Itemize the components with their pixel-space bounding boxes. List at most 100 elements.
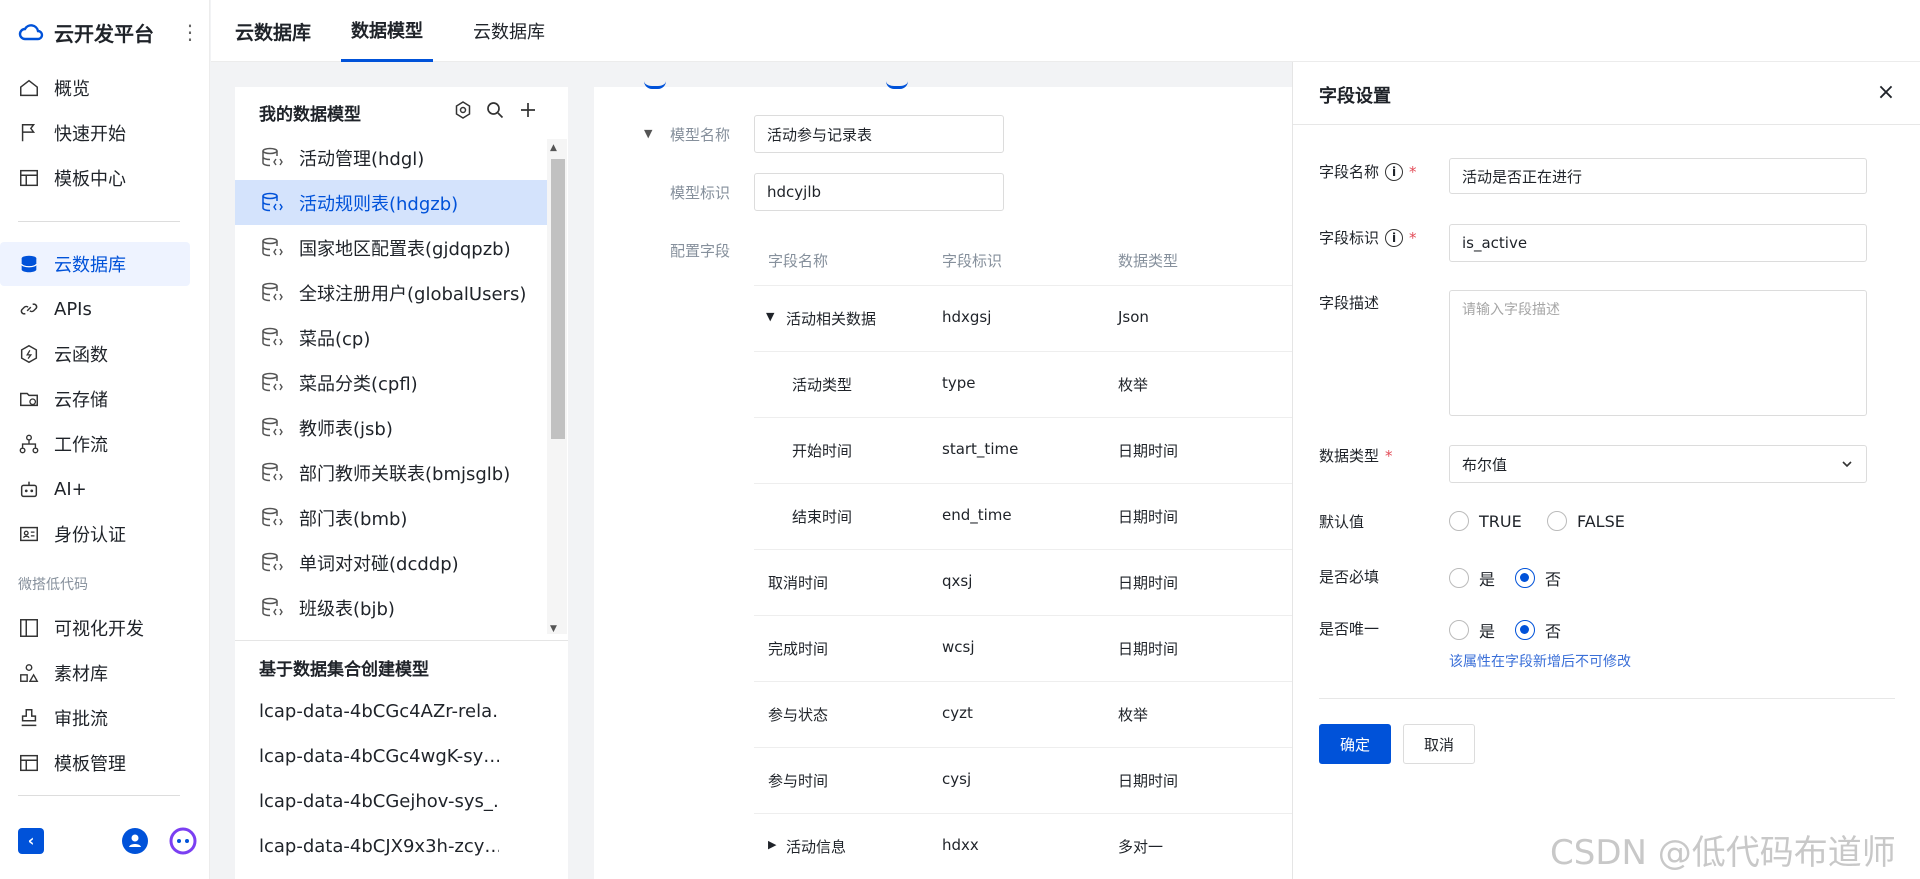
unique-hint: 该属性在字段新增后不可修改 [1449, 654, 1631, 670]
tab-data-model[interactable]: 数据模型 [341, 0, 433, 62]
model-name-input[interactable]: 活动参与记录表 [754, 115, 1004, 153]
table-row[interactable]: ▼ 活动相关数据 hdxgsj Json [754, 286, 1294, 352]
expand-right-icon[interactable]: ▶ [768, 838, 776, 851]
more-icon[interactable]: ⋮ [180, 20, 200, 44]
close-icon[interactable]: × [1873, 80, 1899, 106]
app-title: 云开发平台 [54, 22, 154, 46]
search-icon[interactable] [485, 100, 505, 120]
collapse-icon[interactable]: ▼ [644, 127, 652, 140]
table-row[interactable]: 参与状态 cyzt 枚举 [754, 682, 1294, 748]
model-item[interactable]: 菜品(cp) [235, 315, 547, 360]
sidebar-item-approval[interactable]: 审批流 [0, 696, 210, 740]
model-item[interactable]: 全球注册用户(globalUsers) [235, 270, 547, 315]
sidebar-item-overview[interactable]: 概览 [0, 66, 210, 110]
field-name-input[interactable]: 活动是否正在进行 [1449, 158, 1867, 194]
model-name-label: 模型名称 [670, 126, 731, 144]
default-false-radio[interactable]: FALSE [1547, 511, 1625, 531]
model-item[interactable]: 活动管理(hdgl) [235, 135, 547, 180]
model-item[interactable]: 班级表(bjb) [235, 585, 547, 630]
radio-circle[interactable] [1449, 620, 1469, 640]
radio-circle-selected[interactable] [1515, 568, 1535, 588]
model-item-label: 菜品分类(cpfl) [299, 373, 418, 395]
user-avatar-icon[interactable] [122, 828, 148, 854]
model-item[interactable]: 部门表(bmb) [235, 495, 547, 540]
sidebar-item-database[interactable]: 云数据库 [0, 242, 190, 286]
data-type-select[interactable]: 布尔值 [1449, 445, 1867, 483]
radio-circle[interactable] [1547, 511, 1567, 531]
table-row[interactable]: 结束时间 end_time 日期时间 [754, 484, 1294, 550]
sidebar-item-apis[interactable]: APIs [0, 287, 210, 331]
model-item[interactable]: 国家地区配置表(gjdqpzb) [235, 225, 547, 270]
default-true-radio[interactable]: TRUE [1449, 511, 1522, 531]
drawer-footer-divider [1319, 698, 1895, 699]
model-id-input[interactable]: hdcyjlb [754, 173, 1004, 211]
datasource-item[interactable]: lcap-data-4bCJX9x3h-zcy… [259, 836, 499, 857]
assistant-icon[interactable] [168, 826, 198, 856]
scroll-up-icon[interactable]: ▲ [550, 143, 557, 153]
step-indicator [886, 81, 908, 89]
model-item[interactable]: 教师表(jsb) [235, 405, 547, 450]
table-row[interactable]: 取消时间 qxsj 日期时间 [754, 550, 1294, 616]
unique-yes-radio[interactable]: 是 [1449, 618, 1495, 642]
model-item[interactable]: 单词对对碰(dcddp) [235, 540, 547, 585]
sidebar-item-template-mgmt[interactable]: 模板管理 [0, 741, 210, 785]
default-value-label: 默认值 [1319, 511, 1364, 532]
sidebar-item-visual-dev[interactable]: 可视化开发 [0, 606, 210, 650]
info-icon[interactable]: i [1385, 228, 1404, 247]
sidebar-item-label: 云数据库 [54, 255, 126, 276]
model-item[interactable]: 活动规则表(hdgzb) [235, 180, 547, 225]
data-model-icon [262, 237, 283, 256]
model-item[interactable]: 菜品分类(cpfl) [235, 360, 547, 405]
radio-circle-selected[interactable] [1515, 620, 1535, 640]
brand[interactable]: 云开发平台 [18, 18, 154, 47]
model-item-label: 教师表(jsb) [299, 418, 393, 440]
scrollbar-thumb[interactable] [551, 159, 565, 439]
field-key-cell: qxsj [942, 572, 973, 590]
sidebar-item-label: 身份认证 [54, 525, 126, 546]
sidebar-item-templates[interactable]: 模板中心 [0, 156, 210, 200]
confirm-button[interactable]: 确定 [1319, 724, 1391, 764]
label-text: 数据类型 [1319, 447, 1380, 465]
datasource-item[interactable]: lcap-data-4bCGejhov-sys_… [259, 791, 499, 812]
field-desc-textarea[interactable]: 请输入字段描述 [1449, 290, 1867, 416]
label-text: 字段标识 [1319, 229, 1380, 247]
table-row[interactable]: 参与时间 cysj 日期时间 [754, 748, 1294, 814]
sidebar-item-quickstart[interactable]: 快速开始 [0, 111, 210, 155]
collapse-sidebar-icon[interactable]: ‹ [18, 828, 44, 854]
table-row[interactable]: 完成时间 wcsj 日期时间 [754, 616, 1294, 682]
add-icon[interactable] [518, 100, 538, 120]
sidebar-item-functions[interactable]: 云函数 [0, 332, 210, 376]
table-row[interactable]: 活动类型 type 枚举 [754, 352, 1294, 418]
sidebar-item-ai[interactable]: AI+ [0, 467, 210, 511]
field-key-input[interactable]: is_active [1449, 224, 1867, 262]
radio-circle[interactable] [1449, 568, 1469, 588]
scroll-down-icon[interactable]: ▼ [550, 624, 557, 634]
divider [18, 795, 180, 796]
watermark: CSDN @低代码布道师 [1550, 833, 1896, 873]
step-indicator [644, 81, 666, 89]
cancel-button[interactable]: 取消 [1403, 724, 1475, 764]
sidebar-item-label: 云存储 [54, 390, 108, 411]
datasource-item[interactable]: lcap-data-4bCGc4wgK-sy… [259, 746, 499, 767]
required-no-radio[interactable]: 否 [1515, 566, 1561, 590]
settings-icon[interactable] [453, 100, 473, 120]
table-row[interactable]: ▶ 活动信息 hdxx 多对一 [754, 814, 1294, 879]
field-name-cell: 活动类型 [792, 376, 853, 394]
datasource-item[interactable]: lcap-data-4bCGc4AZr-rela… [259, 701, 499, 722]
expand-down-icon[interactable]: ▼ [766, 310, 774, 323]
table-row[interactable]: 开始时间 start_time 日期时间 [754, 418, 1294, 484]
model-item[interactable]: 部门教师关联表(bmjsglb) [235, 450, 547, 495]
model-item-label: 部门教师关联表(bmjsglb) [299, 463, 511, 485]
sidebar-item-storage[interactable]: 云存储 [0, 377, 210, 421]
data-model-icon [262, 282, 283, 301]
model-item-label: 菜品(cp) [299, 328, 371, 350]
unique-no-radio[interactable]: 否 [1515, 618, 1561, 642]
info-icon[interactable]: i [1385, 162, 1404, 181]
radio-circle[interactable] [1449, 511, 1469, 531]
sidebar-item-auth[interactable]: 身份认证 [0, 512, 210, 556]
sidebar-item-workflow[interactable]: 工作流 [0, 422, 210, 466]
tab-cloud-database[interactable]: 云数据库 [473, 0, 545, 62]
field-name-label: 字段名称 i * [1319, 161, 1417, 182]
sidebar-item-assets[interactable]: 素材库 [0, 651, 210, 695]
required-yes-radio[interactable]: 是 [1449, 566, 1495, 590]
